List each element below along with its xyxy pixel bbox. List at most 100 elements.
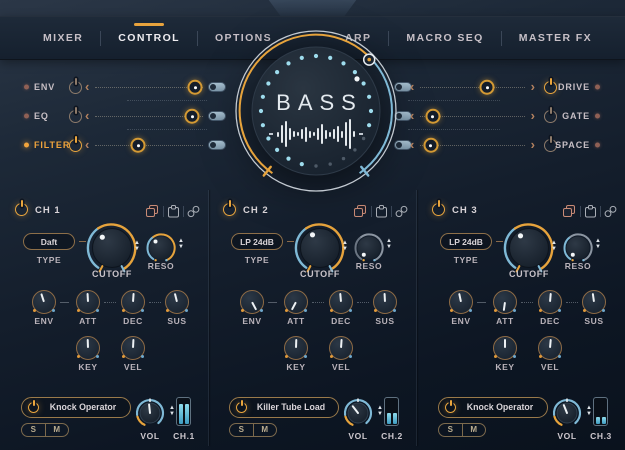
preset-power-icon[interactable] [236,402,247,413]
channel-power-button[interactable] [223,203,236,216]
drive-label: DRIVE [558,82,590,92]
sus-knob[interactable] [165,290,189,314]
key-label: KEY [74,362,102,372]
sus-knob[interactable] [373,290,397,314]
preset-selector[interactable]: Knock Operator [438,397,548,418]
preset-selector[interactable]: Killer Tube Load [229,397,339,418]
chevron-left-icon: ‹ [410,80,414,93]
link-icon[interactable] [604,205,617,218]
reso-stepper[interactable]: ▲▼ [595,239,601,250]
vol-label: VOL [344,431,372,441]
filter-type-dropdown[interactable]: Daft [23,233,75,250]
env-knob[interactable] [449,290,473,314]
channel-power-button[interactable] [15,203,28,216]
drive-amount-slider[interactable] [480,80,495,95]
env-amount-slider[interactable] [188,80,203,95]
reso-stepper[interactable]: ▲▼ [178,239,184,250]
preset-power-icon[interactable] [28,402,39,413]
channel-name: CH 1 [35,205,61,216]
env-knob[interactable] [32,290,56,314]
env-power-icon[interactable] [69,81,82,94]
volume-stepper[interactable]: ▲▼ [377,406,383,417]
filter-amount-slider[interactable] [131,138,146,153]
filter-power-icon[interactable] [69,139,82,152]
att-knob[interactable] [284,290,308,314]
dec-knob[interactable] [329,290,353,314]
key-knob[interactable] [493,336,517,360]
preset-category-title: BASS [231,90,401,116]
filter-type-dropdown[interactable]: LP 24dB [231,233,283,250]
knob-divider [357,302,369,303]
volume-knob[interactable] [341,396,375,430]
gate-power-icon[interactable] [544,110,557,123]
vel-knob[interactable] [329,336,353,360]
fx-row-drive: ‹ › DRIVE [392,80,600,94]
link-icon[interactable] [395,205,408,218]
solo-button[interactable]: S [439,424,462,436]
reso-stepper[interactable]: ▲▼ [386,239,392,250]
filter-type-dropdown[interactable]: LP 24dB [440,233,492,250]
filter-toggle[interactable] [208,140,226,150]
paste-icon[interactable] [584,205,597,218]
env-label: ENV [238,316,266,326]
solo-button[interactable]: S [22,424,45,436]
volume-knob[interactable] [550,396,584,430]
eq-power-icon[interactable] [69,110,82,123]
eq-toggle[interactable] [208,111,226,121]
link-icon[interactable] [187,205,200,218]
tab-control[interactable]: CONTROL [101,17,197,59]
mute-button[interactable]: M [463,424,486,436]
solo-button[interactable]: S [230,424,253,436]
preset-power-icon[interactable] [445,402,456,413]
solo-mute-group: S M [21,423,69,437]
channel-level-meter [176,397,191,426]
dec-knob[interactable] [538,290,562,314]
top-glow-decoration [0,0,625,17]
meter-label: CH.1 [170,431,198,441]
tab-master-fx[interactable]: MASTER FX [502,17,609,59]
knob-divider [521,302,533,303]
gate-amount-slider[interactable] [425,109,440,124]
tab-macro-seq[interactable]: MACRO SEQ [389,17,500,59]
key-label: KEY [491,362,519,372]
att-knob[interactable] [76,290,100,314]
space-label: SPACE [555,140,590,150]
reso-label: RESO [350,261,388,271]
preset-selector[interactable]: Knock Operator [21,397,131,418]
solo-mute-group: S M [438,423,486,437]
channel-strip-1: CH 1 Daft TYPE ▲▼ CUTOFF ▲▼ RESO [0,185,208,450]
space-amount-slider[interactable] [423,138,438,153]
eq-amount-slider[interactable] [185,109,200,124]
copy-icon[interactable] [146,205,159,218]
key-knob[interactable] [284,336,308,360]
volume-knob[interactable] [133,396,167,430]
env-knob[interactable] [240,290,264,314]
dec-knob[interactable] [121,290,145,314]
mute-button[interactable]: M [46,424,69,436]
copy-icon[interactable] [563,205,576,218]
volume-stepper[interactable]: ▲▼ [169,406,175,417]
master-bass-knob[interactable]: BASS [231,26,401,196]
copy-icon[interactable] [354,205,367,218]
cutoff-stepper[interactable]: ▲▼ [551,241,557,252]
cutoff-stepper[interactable]: ▲▼ [342,241,348,252]
env-toggle[interactable] [208,82,226,92]
vel-knob[interactable] [538,336,562,360]
paste-icon[interactable] [167,205,180,218]
cutoff-stepper[interactable]: ▲▼ [134,241,140,252]
vel-knob[interactable] [121,336,145,360]
att-knob[interactable] [493,290,517,314]
tab-mixer[interactable]: MIXER [26,17,100,59]
channel-power-button[interactable] [432,203,445,216]
sus-knob[interactable] [582,290,606,314]
icon-divider [391,206,392,217]
filter-type-value: LP 24dB [240,237,274,247]
mute-button[interactable]: M [254,424,277,436]
fx-row-filter: FILTER ‹ › [18,138,224,152]
chevron-right-icon: › [531,109,535,122]
cutoff-label: CUTOFF [86,269,138,279]
volume-stepper[interactable]: ▲▼ [586,406,592,417]
drive-power-icon[interactable] [544,81,557,94]
key-knob[interactable] [76,336,100,360]
paste-icon[interactable] [375,205,388,218]
